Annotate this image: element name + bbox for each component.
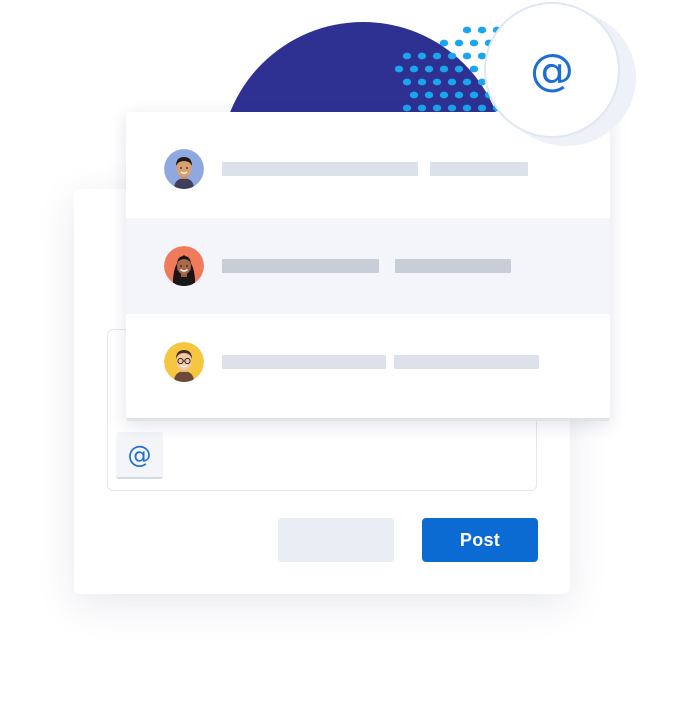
avatar	[164, 342, 204, 382]
decorative-dot	[477, 26, 487, 34]
at-sign-icon: @	[530, 44, 574, 96]
decorative-dot	[469, 91, 479, 99]
decorative-dot	[469, 65, 479, 73]
name-placeholder	[222, 162, 418, 176]
decorative-dot	[432, 104, 442, 112]
avatar	[164, 149, 204, 189]
decorative-dot	[469, 39, 479, 47]
name-placeholder	[222, 259, 379, 273]
decorative-dot	[417, 52, 427, 60]
decorative-dot	[454, 39, 464, 47]
decorative-dot	[439, 65, 449, 73]
decorative-dot	[409, 91, 419, 99]
decorative-dot	[447, 104, 457, 112]
avatar	[164, 246, 204, 286]
decorative-dot	[402, 104, 412, 112]
decorative-dot	[432, 78, 442, 86]
decorative-dot	[402, 78, 412, 86]
decorative-dot	[439, 91, 449, 99]
name-placeholder	[222, 355, 386, 369]
mention-button[interactable]: @	[116, 432, 163, 479]
at-sign-icon: @	[127, 440, 152, 469]
decorative-dot	[394, 65, 404, 73]
decorative-dot	[462, 26, 472, 34]
decorative-dot	[432, 52, 442, 60]
decorative-dot	[424, 91, 434, 99]
decorative-dot	[402, 52, 412, 60]
decorative-dot	[462, 104, 472, 112]
username-placeholder	[394, 355, 539, 369]
decorative-dot	[447, 52, 457, 60]
decorative-dot	[439, 39, 449, 47]
username-placeholder	[395, 259, 511, 273]
decorative-dot	[409, 65, 419, 73]
decorative-dot	[462, 78, 472, 86]
username-placeholder	[430, 162, 528, 176]
at-badge: @	[484, 2, 620, 138]
mention-item-selected[interactable]	[126, 218, 610, 314]
post-button[interactable]: Post	[422, 518, 538, 562]
decorative-dot	[477, 104, 487, 112]
decorative-dot	[454, 65, 464, 73]
decorative-dot	[462, 52, 472, 60]
decorative-dot	[447, 78, 457, 86]
cancel-button[interactable]	[278, 518, 394, 562]
decorative-dot	[424, 65, 434, 73]
mention-suggestions-dropdown	[126, 112, 610, 421]
decorative-dot	[417, 78, 427, 86]
mention-illustration: @ Post @	[0, 0, 674, 704]
decorative-dot	[454, 91, 464, 99]
decorative-dot	[417, 104, 427, 112]
